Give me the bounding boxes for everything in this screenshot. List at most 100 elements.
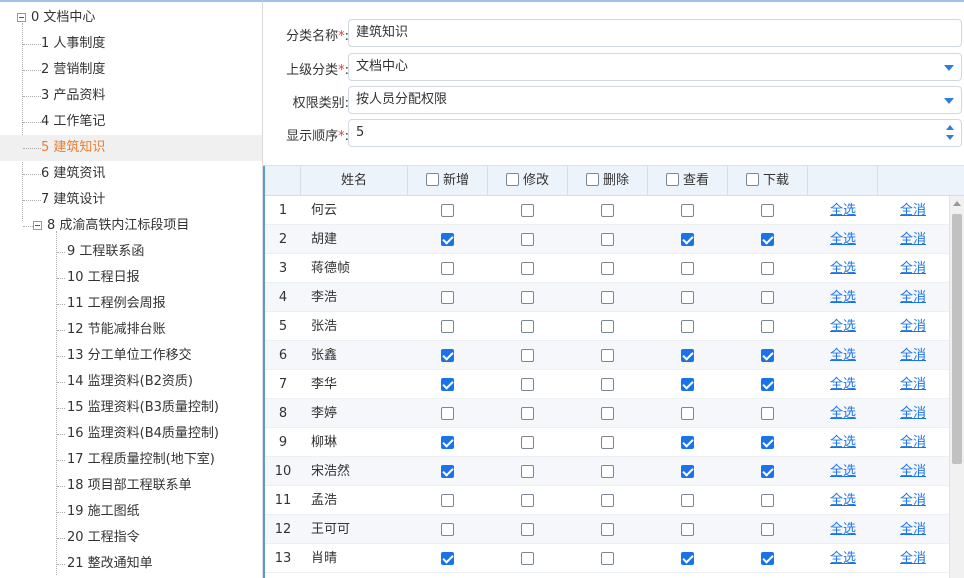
select-all-link[interactable]: 全选 <box>830 196 856 225</box>
tree-item[interactable]: 3 产品资料 <box>0 83 262 109</box>
view-checkbox[interactable] <box>681 436 694 449</box>
header-delete-checkbox[interactable] <box>585 173 599 186</box>
delete-checkbox[interactable] <box>601 378 614 391</box>
download-checkbox[interactable] <box>761 552 774 565</box>
view-checkbox[interactable] <box>681 204 694 217</box>
tree-item[interactable]: 16 监理资料(B4质量控制) <box>0 421 262 447</box>
edit-checkbox[interactable] <box>521 320 534 333</box>
edit-checkbox[interactable] <box>521 407 534 420</box>
select-all-link[interactable]: 全选 <box>830 254 856 283</box>
view-checkbox[interactable] <box>681 465 694 478</box>
add-checkbox[interactable] <box>441 552 454 565</box>
tree-item[interactable]: 1 人事制度 <box>0 31 262 57</box>
tree-item[interactable]: 7 建筑设计 <box>0 187 262 213</box>
view-checkbox[interactable] <box>681 378 694 391</box>
edit-checkbox[interactable] <box>521 494 534 507</box>
header-view[interactable]: 查看 <box>648 166 728 196</box>
chevron-down-icon[interactable] <box>944 65 954 71</box>
view-checkbox[interactable] <box>681 262 694 275</box>
header-edit-checkbox[interactable] <box>505 173 519 186</box>
add-checkbox[interactable] <box>441 204 454 217</box>
download-checkbox[interactable] <box>761 204 774 217</box>
download-checkbox[interactable] <box>761 494 774 507</box>
edit-checkbox[interactable] <box>521 523 534 536</box>
header-edit[interactable]: 修改 <box>488 166 568 196</box>
add-checkbox[interactable] <box>441 349 454 362</box>
edit-checkbox[interactable] <box>521 204 534 217</box>
edit-checkbox[interactable] <box>521 291 534 304</box>
header-add[interactable]: 新增 <box>408 166 488 196</box>
tree-item[interactable]: 10 工程日报 <box>0 265 262 291</box>
select-all-link[interactable]: 全选 <box>830 370 856 399</box>
view-checkbox[interactable] <box>681 233 694 246</box>
tree-item[interactable]: 20 工程指令 <box>0 525 262 551</box>
add-checkbox[interactable] <box>441 262 454 275</box>
header-add-checkbox[interactable] <box>425 173 439 186</box>
delete-checkbox[interactable] <box>601 204 614 217</box>
clear-all-link[interactable]: 全消 <box>900 341 926 370</box>
delete-checkbox[interactable] <box>601 552 614 565</box>
clear-all-link[interactable]: 全消 <box>900 515 926 544</box>
view-checkbox[interactable] <box>681 552 694 565</box>
header-download[interactable]: 下载 <box>728 166 808 196</box>
edit-checkbox[interactable] <box>521 552 534 565</box>
edit-checkbox[interactable] <box>521 465 534 478</box>
add-checkbox[interactable] <box>441 291 454 304</box>
clear-all-link[interactable]: 全消 <box>900 486 926 515</box>
add-checkbox[interactable] <box>441 407 454 420</box>
select-all-link[interactable]: 全选 <box>830 428 856 457</box>
tree-item[interactable]: 4 工作笔记 <box>0 109 262 135</box>
parent-select[interactable]: 文档中心 <box>348 53 962 81</box>
download-checkbox[interactable] <box>761 262 774 275</box>
perm-select[interactable]: 按人员分配权限 <box>348 86 962 114</box>
edit-checkbox[interactable] <box>521 233 534 246</box>
add-checkbox[interactable] <box>441 378 454 391</box>
clear-all-link[interactable]: 全消 <box>900 196 926 225</box>
delete-checkbox[interactable] <box>601 523 614 536</box>
select-all-link[interactable]: 全选 <box>830 399 856 428</box>
clear-all-link[interactable]: 全消 <box>900 544 926 573</box>
delete-checkbox[interactable] <box>601 320 614 333</box>
clear-all-link[interactable]: 全消 <box>900 254 926 283</box>
scrollbar-thumb[interactable] <box>952 214 962 464</box>
download-checkbox[interactable] <box>761 291 774 304</box>
edit-checkbox[interactable] <box>521 436 534 449</box>
add-checkbox[interactable] <box>441 436 454 449</box>
clear-all-link[interactable]: 全消 <box>900 428 926 457</box>
tree-item[interactable]: 12 节能减排台账 <box>0 317 262 343</box>
clear-all-link[interactable]: 全消 <box>900 457 926 486</box>
clear-all-link[interactable]: 全消 <box>900 370 926 399</box>
edit-checkbox[interactable] <box>521 378 534 391</box>
tree-root[interactable]: 0 文档中心 <box>0 5 262 31</box>
tree-item[interactable]: 17 工程质量控制(地下室) <box>0 447 262 473</box>
tree-item[interactable]: 8 成渝高铁内江标段项目 <box>0 213 262 239</box>
tree-item[interactable]: 19 施工图纸 <box>0 499 262 525</box>
collapse-icon[interactable] <box>33 221 42 230</box>
select-all-link[interactable]: 全选 <box>830 225 856 254</box>
select-all-link[interactable]: 全选 <box>830 544 856 573</box>
tree-item[interactable]: 6 建筑资讯 <box>0 161 262 187</box>
add-checkbox[interactable] <box>441 465 454 478</box>
select-all-link[interactable]: 全选 <box>830 283 856 312</box>
order-stepper[interactable]: 5 <box>348 119 962 147</box>
download-checkbox[interactable] <box>761 436 774 449</box>
view-checkbox[interactable] <box>681 407 694 420</box>
collapse-icon[interactable] <box>17 13 26 22</box>
tree-item[interactable]: 11 工程例会周报 <box>0 291 262 317</box>
select-all-link[interactable]: 全选 <box>830 486 856 515</box>
name-input[interactable]: 建筑知识 <box>348 19 962 47</box>
clear-all-link[interactable]: 全消 <box>900 399 926 428</box>
delete-checkbox[interactable] <box>601 291 614 304</box>
select-all-link[interactable]: 全选 <box>830 515 856 544</box>
header-download-checkbox[interactable] <box>745 173 759 186</box>
view-checkbox[interactable] <box>681 320 694 333</box>
download-checkbox[interactable] <box>761 523 774 536</box>
select-all-link[interactable]: 全选 <box>830 341 856 370</box>
tree-item[interactable]: 15 监理资料(B3质量控制) <box>0 395 262 421</box>
clear-all-link[interactable]: 全消 <box>900 312 926 341</box>
view-checkbox[interactable] <box>681 494 694 507</box>
clear-all-link[interactable]: 全消 <box>900 225 926 254</box>
download-checkbox[interactable] <box>761 378 774 391</box>
delete-checkbox[interactable] <box>601 465 614 478</box>
tree-item[interactable]: 2 营销制度 <box>0 57 262 83</box>
